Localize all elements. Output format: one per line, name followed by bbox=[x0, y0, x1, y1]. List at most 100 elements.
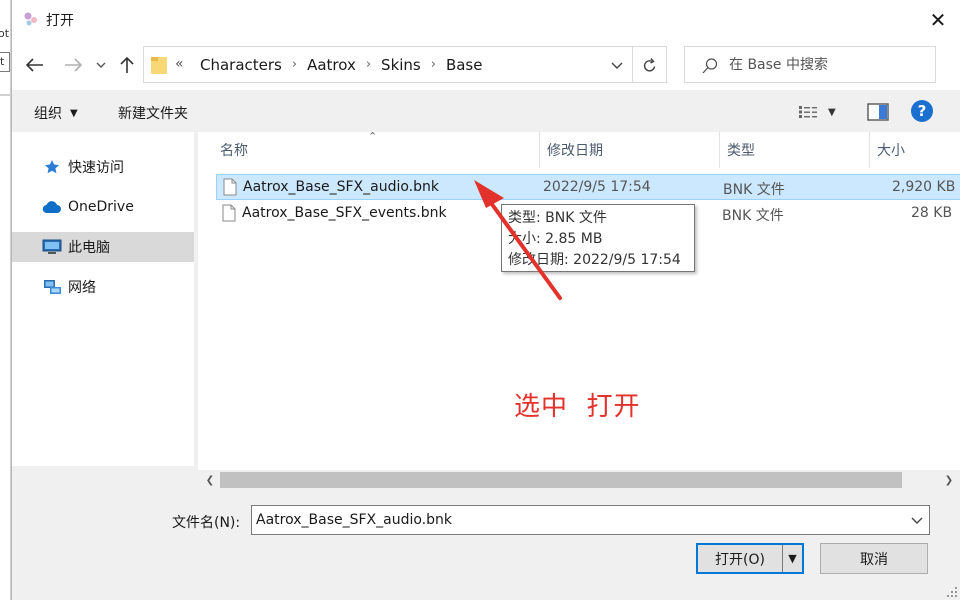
column-header-size[interactable]: 大小 bbox=[877, 132, 905, 168]
breadcrumb-separator[interactable]: › bbox=[425, 57, 442, 72]
refresh-button[interactable] bbox=[632, 46, 667, 83]
file-name: Aatrox_Base_SFX_events.bnk bbox=[242, 205, 447, 221]
breadcrumb: Characters › Aatrox › Skins › Base bbox=[196, 47, 486, 82]
arrow-right-icon bbox=[65, 58, 82, 72]
background-text-fragment: ot bbox=[0, 27, 10, 40]
caret-down-icon: ▼ bbox=[70, 107, 78, 119]
file-size: 2,920 KB bbox=[892, 179, 956, 195]
file-name: Aatrox_Base_SFX_audio.bnk bbox=[243, 179, 439, 195]
column-divider[interactable] bbox=[719, 132, 720, 168]
cancel-button[interactable]: 取消 bbox=[820, 543, 928, 574]
preview-pane-icon[interactable] bbox=[867, 103, 889, 121]
column-header-type[interactable]: 类型 bbox=[727, 132, 755, 168]
scroll-thumb[interactable] bbox=[220, 472, 902, 488]
chevron-down-icon bbox=[611, 62, 623, 69]
file-type: BNK 文件 bbox=[723, 182, 785, 198]
new-folder-button[interactable]: 新建文件夹 bbox=[118, 103, 188, 123]
background-app-strip: ot t bbox=[0, 0, 11, 600]
column-header-name[interactable]: 名称 bbox=[220, 132, 248, 168]
caret-down-icon: ▼ bbox=[788, 552, 797, 565]
breadcrumb-separator[interactable]: › bbox=[360, 57, 377, 72]
file-icon bbox=[222, 204, 236, 222]
filename-label: 文件名(N): bbox=[172, 515, 241, 531]
help-button[interactable]: ? bbox=[911, 100, 933, 122]
close-icon: ✕ bbox=[929, 8, 947, 32]
folder-icon bbox=[151, 57, 167, 74]
tooltip-size: 大小: 2.85 MB bbox=[508, 231, 603, 247]
address-dropdown-button[interactable] bbox=[606, 55, 628, 75]
dialog-title: 打开 bbox=[46, 13, 74, 29]
nav-item-quick-access[interactable]: 快速访问 bbox=[12, 152, 194, 182]
column-divider[interactable] bbox=[539, 132, 540, 168]
star-icon bbox=[42, 158, 62, 176]
nav-item-label: 此电脑 bbox=[68, 240, 110, 256]
tooltip-date: 修改日期: 2022/9/5 17:54 bbox=[508, 252, 681, 268]
computer-icon bbox=[42, 238, 62, 256]
chevron-right-icon: ❯ bbox=[944, 474, 954, 486]
filename-dropdown-button[interactable] bbox=[909, 512, 925, 528]
filename-input[interactable] bbox=[256, 506, 896, 534]
scroll-right-button[interactable]: ❯ bbox=[941, 472, 957, 488]
file-date: 2022/9/5 17:54 bbox=[543, 179, 651, 195]
file-icon bbox=[223, 178, 237, 196]
open-button-label[interactable]: 打开(O) bbox=[698, 545, 782, 572]
file-row[interactable]: Aatrox_Base_SFX_audio.bnk 2022/9/5 17:54… bbox=[216, 174, 960, 200]
nav-item-label: 快速访问 bbox=[68, 160, 124, 176]
background-divider bbox=[0, 94, 10, 96]
address-overflow[interactable]: « bbox=[175, 56, 184, 72]
background-field-fragment: t bbox=[0, 52, 10, 72]
search-icon bbox=[702, 58, 718, 74]
resize-grip-icon[interactable] bbox=[946, 586, 958, 598]
scroll-left-button[interactable]: ❮ bbox=[202, 472, 218, 488]
open-button[interactable]: 打开(O) ▼ bbox=[696, 543, 804, 574]
chevron-down-icon bbox=[911, 517, 923, 524]
column-divider[interactable] bbox=[869, 132, 870, 168]
close-button[interactable]: ✕ bbox=[922, 6, 954, 34]
nav-item-network[interactable]: 网络 bbox=[12, 272, 194, 302]
file-size: 28 KB bbox=[911, 205, 953, 221]
breadcrumb-separator[interactable]: › bbox=[286, 57, 303, 72]
column-header-date[interactable]: 修改日期 bbox=[547, 132, 603, 168]
back-button[interactable] bbox=[22, 52, 48, 78]
nav-item-this-pc[interactable]: 此电脑 bbox=[12, 232, 194, 262]
app-icon bbox=[24, 12, 37, 26]
help-icon: ? bbox=[917, 102, 927, 120]
organize-button[interactable]: 组织 ▼ bbox=[34, 103, 78, 123]
nav-item-label: 网络 bbox=[68, 280, 96, 296]
details-view-icon bbox=[799, 106, 817, 118]
search-input[interactable] bbox=[729, 47, 929, 82]
cloud-icon bbox=[42, 198, 62, 216]
open-file-dialog: 打开 ✕ « Characters › Aatrox › Skins › Bas… bbox=[11, 0, 960, 600]
tooltip-type: 类型: BNK 文件 bbox=[508, 210, 607, 226]
search-box[interactable] bbox=[684, 46, 936, 83]
horizontal-scrollbar[interactable]: ❮ ❯ bbox=[198, 470, 960, 490]
chevron-down-icon bbox=[96, 62, 106, 68]
title-bar: 打开 ✕ bbox=[12, 0, 960, 38]
address-bar[interactable]: « Characters › Aatrox › Skins › Base bbox=[143, 46, 633, 83]
nav-item-label: OneDrive bbox=[68, 199, 134, 215]
network-icon bbox=[42, 278, 62, 296]
navigation-bar: « Characters › Aatrox › Skins › Base bbox=[12, 38, 960, 90]
chevron-left-icon: ❮ bbox=[205, 474, 215, 486]
recent-locations-button[interactable] bbox=[92, 52, 110, 78]
nav-item-onedrive[interactable]: OneDrive bbox=[12, 192, 194, 222]
change-view-button[interactable]: ▼ bbox=[798, 102, 842, 122]
filename-combobox[interactable] bbox=[251, 505, 930, 535]
arrow-up-icon bbox=[120, 56, 134, 73]
annotation-text: 选中 打开 bbox=[514, 392, 641, 422]
organize-label: 组织 bbox=[34, 106, 62, 122]
breadcrumb-item[interactable]: Skins bbox=[377, 56, 425, 74]
refresh-icon bbox=[643, 57, 655, 72]
open-split-dropdown[interactable]: ▼ bbox=[782, 545, 802, 572]
navigation-pane: 快速访问 OneDrive 此电脑 网络 bbox=[12, 132, 194, 466]
sort-ascending-icon: ⌃ bbox=[368, 132, 378, 143]
breadcrumb-item[interactable]: Aatrox bbox=[303, 56, 360, 74]
breadcrumb-item[interactable]: Base bbox=[442, 56, 487, 74]
file-tooltip: 类型: BNK 文件 大小: 2.85 MB 修改日期: 2022/9/5 17… bbox=[501, 204, 695, 272]
command-bar: 组织 ▼ 新建文件夹 ▼ ? bbox=[12, 90, 960, 132]
caret-down-icon: ▼ bbox=[828, 106, 836, 118]
breadcrumb-item[interactable]: Characters bbox=[196, 56, 286, 74]
forward-button[interactable] bbox=[60, 52, 86, 78]
up-button[interactable] bbox=[114, 52, 140, 78]
arrow-left-icon bbox=[26, 58, 43, 72]
